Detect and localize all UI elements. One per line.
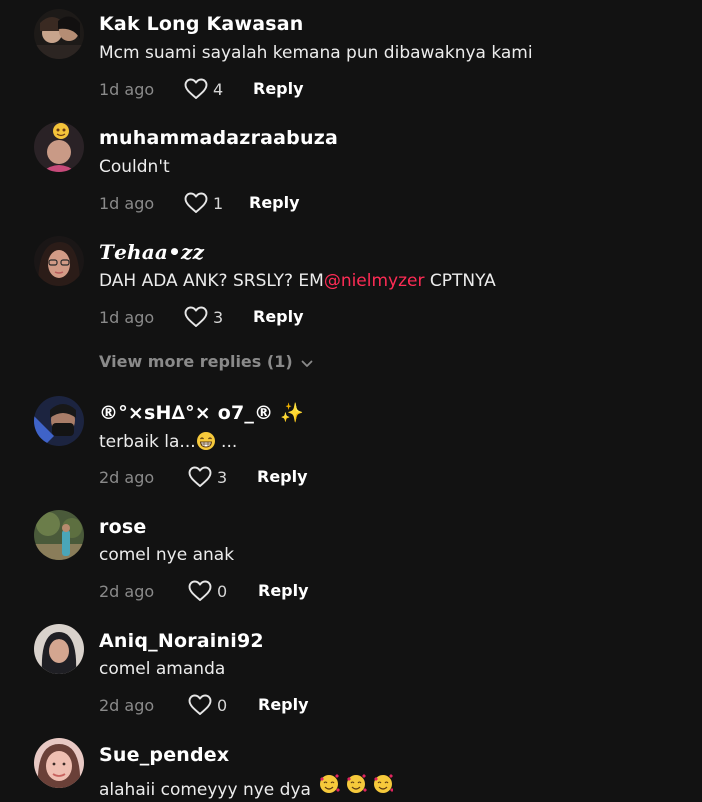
comment-text: Mcm suami sayalah kemana pun dibawaknya …	[99, 43, 533, 63]
like-button[interactable]	[184, 306, 208, 328]
smiling-face-with-hearts-emoji-icon	[319, 773, 394, 800]
timestamp: 1d ago	[99, 308, 155, 327]
heart-icon	[184, 78, 208, 99]
avatar[interactable]	[34, 624, 84, 674]
timestamp: 2d ago	[99, 468, 155, 487]
username[interactable]: 𝑻𝒆𝒉𝒂𝒂•𝒛𝒛	[99, 240, 204, 264]
like-count: 0	[217, 696, 228, 715]
comment-text-part: CPTNYA	[424, 271, 496, 291]
view-more-replies-label: View more replies (1)	[99, 352, 293, 371]
avatar[interactable]	[34, 396, 84, 446]
comment-text-part: DAH ADA ANK? SRSLY? EM	[99, 271, 324, 291]
comment-text: alahaii comeyyy nye dya	[99, 773, 394, 800]
heart-icon	[188, 694, 212, 715]
avatar[interactable]	[34, 510, 84, 560]
like-count: 1	[213, 194, 224, 213]
like-button[interactable]	[188, 580, 212, 602]
username[interactable]: Aniq_Noraini92	[99, 630, 264, 652]
username[interactable]: muhammadazraabuza	[99, 127, 338, 149]
like-count: 4	[213, 80, 224, 99]
like-button[interactable]	[184, 192, 208, 214]
grinning-face-emoji-icon	[196, 431, 216, 456]
like-button[interactable]	[184, 78, 208, 100]
like-count: 0	[217, 582, 228, 601]
comment-text: comel nye anak	[99, 545, 235, 565]
comment-text: Couldn't	[99, 157, 170, 177]
avatar[interactable]	[34, 9, 84, 59]
like-count: 3	[213, 308, 224, 327]
like-count: 3	[217, 468, 228, 487]
heart-icon	[188, 580, 212, 601]
timestamp: 1d ago	[99, 80, 155, 99]
view-more-replies-button[interactable]: View more replies (1)	[99, 352, 313, 372]
comment-text: comel amanda	[99, 659, 226, 679]
reply-button[interactable]: Reply	[258, 581, 309, 600]
username[interactable]: rose	[99, 516, 146, 538]
username[interactable]: Sue_pendex	[99, 744, 229, 766]
like-button[interactable]	[188, 466, 212, 488]
reply-button[interactable]: Reply	[249, 193, 300, 212]
reply-button[interactable]: Reply	[258, 695, 309, 714]
comment-text-part: alahaii comeyyy nye dya	[99, 780, 311, 800]
reply-button[interactable]: Reply	[253, 79, 304, 98]
timestamp: 2d ago	[99, 696, 155, 715]
heart-icon	[184, 306, 208, 327]
like-button[interactable]	[188, 694, 212, 716]
heart-icon	[188, 466, 212, 487]
username[interactable]: ®°×sH∆°× o7_® ✨	[99, 401, 304, 424]
username[interactable]: Kak Long Kawasan	[99, 13, 303, 35]
chevron-down-icon	[301, 353, 313, 372]
comment-list: Kak Long Kawasan Mcm suami sayalah keman…	[0, 0, 702, 802]
reply-button[interactable]: Reply	[253, 307, 304, 326]
user-mention-link[interactable]: @nielmyzer	[324, 271, 425, 291]
timestamp: 2d ago	[99, 582, 155, 601]
avatar[interactable]	[34, 738, 84, 788]
reply-button[interactable]: Reply	[257, 467, 308, 486]
comment-text: DAH ADA ANK? SRSLY? EM@nielmyzer CPTNYA	[99, 271, 496, 291]
avatar[interactable]	[34, 122, 84, 172]
heart-icon	[184, 192, 208, 213]
comment-text-part: terbaik la...	[99, 432, 196, 452]
timestamp: 1d ago	[99, 194, 155, 213]
comment-text-part: ...	[215, 432, 238, 452]
comment-text: terbaik la... ...	[99, 431, 237, 456]
avatar[interactable]	[34, 236, 84, 286]
